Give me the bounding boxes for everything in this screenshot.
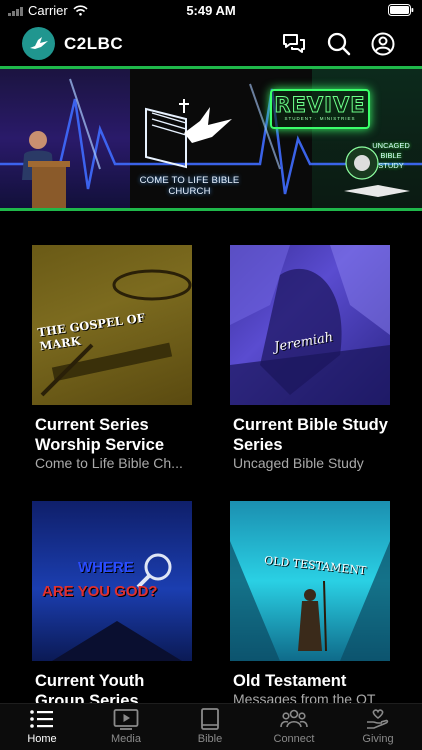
giving-icon (367, 709, 389, 729)
series-artwork: Jeremiah (230, 245, 390, 405)
app-logo[interactable] (22, 27, 55, 60)
series-card[interactable]: THE GOSPEL OF MARK Current Series Worshi… (0, 245, 192, 471)
tab-label: Bible (197, 733, 223, 745)
tab-label: Giving (362, 733, 394, 745)
account-icon[interactable] (370, 31, 396, 57)
battery-icon (388, 4, 414, 19)
series-card[interactable]: WHERE ARE YOU GOD? Current Youth Group S… (0, 501, 192, 703)
status-bar: Carrier 5:49 AM (0, 0, 422, 22)
status-time: 5:49 AM (186, 3, 236, 18)
list-icon (30, 710, 53, 728)
series-artwork: THE GOSPEL OF MARK (32, 245, 192, 405)
tab-home[interactable]: Home (0, 708, 84, 745)
search-icon[interactable] (326, 31, 352, 57)
series-subtitle: Messages from the OT (233, 691, 376, 703)
moses-graphic (230, 541, 390, 661)
tab-bible[interactable]: Bible (168, 708, 252, 745)
play-icon (113, 709, 139, 730)
series-title: Current Series Worship Service (35, 416, 164, 454)
series-artwork: WHERE ARE YOU GOD? (32, 501, 192, 661)
series-artwork: OLD TESTAMENT (230, 501, 390, 661)
series-title: Current Youth Group Series (35, 672, 145, 703)
uncaged-title: UNCAGED BIBLE STUDY (372, 141, 410, 170)
pyramid-graphic (52, 553, 182, 661)
series-title: Current Bible Study Series (233, 416, 388, 454)
church-logo (145, 99, 232, 169)
church-banner[interactable]: COME TO LIFE BIBLE CHURCH REVIVE STUDENT… (0, 66, 422, 211)
tab-bar: Home Media Bible Connect Giving (0, 703, 422, 750)
tab-label: Home (27, 733, 57, 745)
series-subtitle: Uncaged Bible Study (233, 455, 364, 471)
revive-title: REVIVE (274, 93, 366, 118)
series-grid: THE GOSPEL OF MARK Current Series Worshi… (0, 211, 422, 703)
app-header: C2LBC (0, 22, 422, 66)
preacher-image (22, 131, 70, 208)
revive-logo: REVIVE STUDENT · MINISTRIES (270, 89, 370, 129)
tab-media[interactable]: Media (84, 708, 168, 745)
app-title: C2LBC (64, 34, 124, 53)
tab-connect[interactable]: Connect (252, 708, 336, 745)
stained-glass-graphic (230, 245, 390, 405)
revive-subtitle: STUDENT · MINISTRIES (284, 116, 356, 121)
artwork-caption-line1: WHERE (78, 559, 134, 576)
book-icon (201, 708, 219, 730)
dove-icon (29, 36, 48, 49)
series-card[interactable]: Jeremiah Current Bible Study Series Unca… (198, 245, 390, 471)
series-title: Old Testament (233, 672, 347, 690)
people-icon (280, 709, 308, 728)
church-name: COME TO LIFE BIBLE CHURCH (139, 175, 240, 197)
tab-label: Media (111, 733, 141, 745)
series-card[interactable]: OLD TESTAMENT Old Testament Messages fro… (198, 501, 390, 703)
series-subtitle: Come to Life Bible Ch... (35, 455, 183, 471)
tab-giving[interactable]: Giving (336, 708, 420, 745)
tab-label: Connect (273, 733, 315, 745)
chat-icon[interactable] (281, 31, 307, 57)
artwork-caption-line2: ARE YOU GOD? (42, 583, 158, 600)
